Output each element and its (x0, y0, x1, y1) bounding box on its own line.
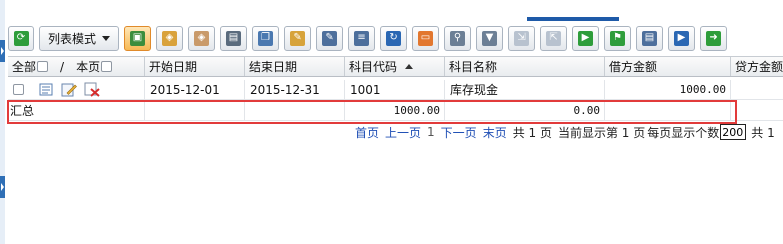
document-arrow-button[interactable]: ➜ (700, 25, 728, 51)
add-record-icon: ▣ (130, 30, 146, 46)
import-button[interactable]: ⇲ (508, 25, 536, 51)
reload-icon: ↻ (386, 30, 402, 46)
pagination: 首页 上一页 1 下一页 末页 共 1 页 当前显示第 1 页 每页显示个数 共… (355, 124, 781, 140)
column-account-name[interactable]: 科目名称 (445, 57, 605, 76)
column-start-date[interactable]: 开始日期 (145, 57, 245, 76)
summary-empty-credit (731, 101, 783, 120)
package-button[interactable]: ◈ (188, 25, 216, 51)
sort-ascending-icon (405, 64, 414, 69)
document-edit-button[interactable]: ✎ (316, 25, 344, 51)
play-button[interactable]: ▶ (572, 25, 600, 51)
first-page-link[interactable]: 首页 (355, 124, 379, 141)
current-page-number: 1 (427, 125, 435, 139)
summary-debit-total: 1000.00 (345, 101, 445, 120)
play-icon: ▶ (578, 30, 594, 46)
next-circle-button[interactable]: ▶ (668, 25, 696, 51)
detail-icon[interactable] (38, 82, 54, 97)
left-collapse-tab[interactable] (0, 40, 5, 62)
cell-debit: 1000.00 (605, 80, 731, 99)
document-list-button[interactable]: ≡ (348, 25, 376, 51)
form-icon: ▤ (642, 30, 658, 46)
top-accent-bar (527, 17, 619, 21)
window-icon: ▭ (418, 30, 434, 46)
print-button[interactable]: ▤ (220, 25, 248, 51)
column-credit[interactable]: 贷方金额 (731, 57, 783, 76)
form-button[interactable]: ▤ (636, 25, 664, 51)
export-button[interactable]: ⇱ (540, 25, 568, 51)
filter-clear-button[interactable]: ⚲ (444, 25, 472, 51)
cell-start-date: 2015-12-01 (145, 80, 245, 99)
edit-icon[interactable] (61, 82, 77, 97)
column-end-date[interactable]: 结束日期 (245, 57, 345, 76)
per-page-input[interactable] (720, 124, 747, 140)
document-edit-icon: ✎ (322, 30, 338, 46)
cell-credit (731, 80, 783, 99)
select-page-checkbox[interactable] (101, 61, 113, 72)
delete-icon[interactable] (84, 82, 100, 97)
chevron-down-icon (102, 35, 111, 41)
filter-button[interactable]: ▼ (476, 25, 504, 51)
document-arrow-icon: ➜ (706, 30, 722, 46)
summary-credit-total: 0.00 (445, 101, 605, 120)
row-checkbox[interactable] (13, 84, 24, 95)
cell-account-code: 1001 (345, 80, 445, 99)
per-page-label: 每页显示个数 (647, 125, 720, 140)
summary-label: 汇总 (8, 101, 145, 120)
add-record-button[interactable]: ▣ (124, 25, 152, 51)
edit-icon: ✎ (290, 30, 306, 46)
column-account-code-label: 科目代码 (349, 60, 398, 74)
header-separator: / (60, 59, 65, 74)
reload-button[interactable]: ↻ (380, 25, 408, 51)
toolbar: ⟳ 列表模式 ▣ ◈ ◈ ▤ ❐ ✎ ✎ ≡ ↻ ▭ ⚲ ▼ ⇲ ⇱ ▶ ⚑ ▤ ▶ ➜ (8, 23, 783, 53)
current-display-text: 当前显示第 1 页 (557, 125, 646, 140)
refresh-button[interactable]: ⟳ (8, 25, 34, 51)
summary-row: 汇总 1000.00 0.00 (8, 101, 783, 121)
left-expand-tab[interactable] (0, 176, 5, 198)
row-actions (8, 80, 145, 99)
total-records-text: 共 1 (751, 125, 775, 140)
column-debit[interactable]: 借方金额 (605, 57, 731, 76)
refresh-green-icon: ⟳ (13, 30, 29, 46)
next-circle-icon: ▶ (674, 30, 690, 46)
this-page-label: 本页 (76, 60, 101, 74)
summary-empty-start (145, 101, 245, 120)
select-column-header: 全部 / 本页 (8, 57, 145, 76)
edit-button[interactable]: ✎ (284, 25, 312, 51)
select-all-label: 全部 (12, 60, 37, 74)
bookmark-button[interactable]: ⚑ (604, 25, 632, 51)
bookmark-icon: ⚑ (610, 30, 626, 46)
prev-page-link[interactable]: 上一页 (385, 124, 421, 141)
total-pages-text: 共 1 页 (512, 125, 552, 140)
copy-button[interactable]: ❐ (252, 25, 280, 51)
filter-icon: ▼ (482, 30, 498, 46)
export-icon: ⇱ (546, 30, 562, 46)
app-frame: ⟳ 列表模式 ▣ ◈ ◈ ▤ ❐ ✎ ✎ ≡ ↻ ▭ ⚲ ▼ ⇲ ⇱ ▶ ⚑ ▤ ▶ ➜ 全部 / 本页 开始日期 … (0, 0, 783, 244)
column-account-code[interactable]: 科目代码 (345, 57, 445, 76)
import-icon: ⇲ (514, 30, 530, 46)
summary-empty-debit (605, 101, 731, 120)
print-icon: ▤ (226, 30, 242, 46)
view-mode-dropdown[interactable]: 列表模式 (39, 25, 120, 51)
package-icon: ◈ (194, 30, 210, 46)
last-page-link[interactable]: 末页 (483, 124, 507, 141)
table-row[interactable]: 2015-12-01 2015-12-31 1001 库存现金 1000.00 (8, 80, 783, 100)
filter-clear-icon: ⚲ (450, 30, 466, 46)
cell-account-name: 库存现金 (445, 80, 605, 99)
document-list-icon: ≡ (354, 30, 370, 46)
archive-icon: ◈ (162, 30, 178, 46)
window-button[interactable]: ▭ (412, 25, 440, 51)
left-rail (0, 0, 5, 244)
select-all-checkbox[interactable] (37, 61, 49, 72)
view-mode-label: 列表模式 (48, 31, 97, 46)
summary-empty-end (245, 101, 345, 120)
copy-icon: ❐ (258, 30, 274, 46)
archive-button[interactable]: ◈ (156, 25, 184, 51)
table-header: 全部 / 本页 开始日期 结束日期 科目代码 科目名称 借方金额 贷方金额 (8, 56, 783, 77)
cell-end-date: 2015-12-31 (245, 80, 345, 99)
next-page-link[interactable]: 下一页 (441, 124, 477, 141)
